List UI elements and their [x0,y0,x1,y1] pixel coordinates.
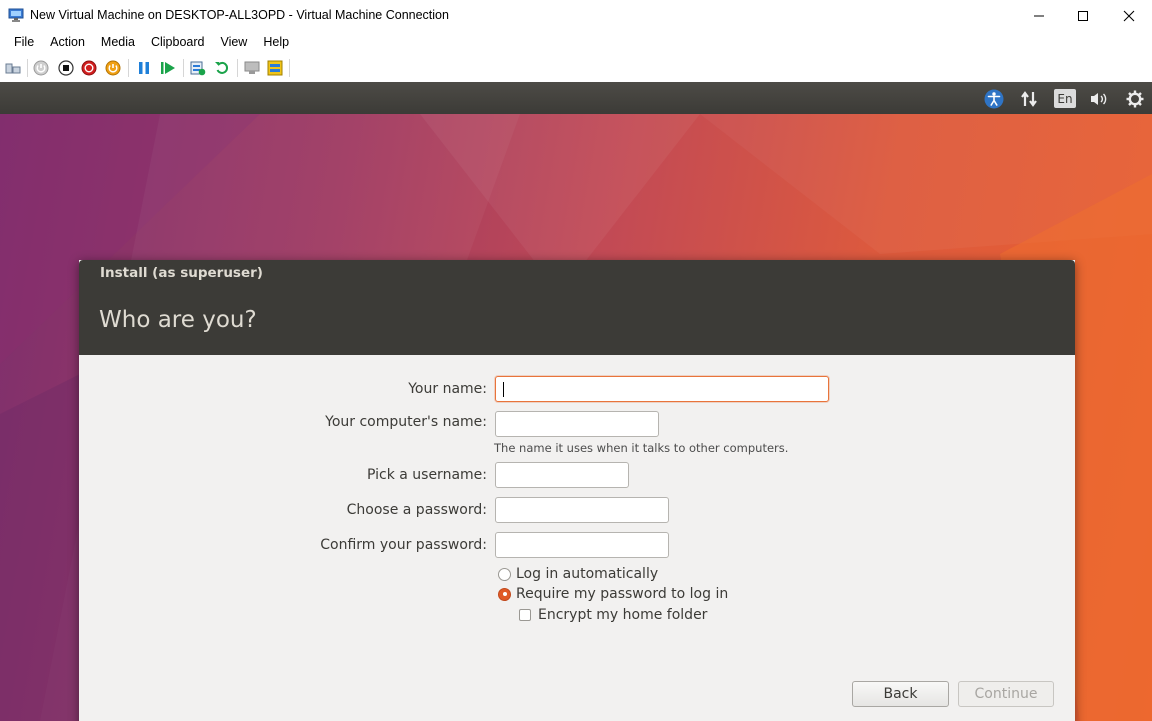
require-password-label: Require my password to log in [516,586,729,602]
username-label: Pick a username: [366,467,487,483]
vm-connection-icon [8,7,24,23]
auto-login-option[interactable]: Log in automatically [498,566,658,582]
menu-help[interactable]: Help [255,31,297,54]
menu-bar: File Action Media Clipboard View Help [0,31,1152,54]
menu-view[interactable]: View [212,31,255,54]
menu-action[interactable]: Action [42,31,93,54]
computer-name-hint: The name it uses when it talks to other … [494,441,789,455]
accessibility-icon[interactable] [983,88,1005,110]
page-title: Who are you? [99,307,257,333]
keyboard-language-icon[interactable]: En [1054,89,1076,108]
close-button[interactable] [1106,0,1152,31]
save-icon[interactable] [105,60,121,76]
enhanced-session-icon[interactable] [244,60,260,76]
start-icon[interactable] [33,60,49,76]
password-label: Choose a password: [346,502,487,518]
toolbar-separator [27,59,28,77]
settings-gear-icon[interactable] [1124,88,1146,110]
network-icon[interactable] [1018,88,1040,110]
computer-name-input[interactable] [495,411,659,437]
encrypt-home-label: Encrypt my home folder [538,607,708,623]
revert-icon[interactable] [214,60,230,76]
vm-toolbar [0,54,1152,82]
back-button[interactable]: Back [852,681,949,707]
confirm-password-input[interactable] [495,532,669,558]
turn-off-icon[interactable] [58,60,74,76]
window-title: New Virtual Machine on DESKTOP-ALL3OPD -… [30,8,449,22]
shutdown-icon[interactable] [81,60,97,76]
text-caret [503,382,504,397]
menu-media[interactable]: Media [93,31,143,54]
username-input[interactable] [495,462,629,488]
encrypt-home-option[interactable]: Encrypt my home folder [519,607,707,623]
pause-icon[interactable] [136,60,152,76]
maximize-button[interactable] [1060,0,1106,31]
confirm-password-label: Confirm your password: [320,537,487,553]
dialog-window-title: Install (as superuser) [100,265,263,281]
checkpoint-icon[interactable] [190,60,206,76]
toolbar-separator [237,59,238,77]
close-icon [1123,10,1135,21]
maximize-icon [1078,10,1088,21]
your-name-label: Your name: [408,381,487,397]
menu-file[interactable]: File [6,31,42,54]
share-icon[interactable] [267,60,283,76]
resume-icon[interactable] [160,60,176,76]
computer-name-label: Your computer's name: [325,414,487,430]
minimize-icon [1034,15,1044,16]
require-password-radio[interactable] [498,587,511,601]
ubuntu-top-panel [0,82,1152,114]
toolbar-separator [128,59,129,77]
dialog-header: Install (as superuser) Who are you? [79,260,1075,355]
toolbar-separator [183,59,184,77]
window-titlebar: New Virtual Machine on DESKTOP-ALL3OPD -… [0,0,1152,31]
menu-clipboard[interactable]: Clipboard [143,31,213,54]
installer-dialog: Install (as superuser) Who are you? Your… [79,260,1075,721]
password-input[interactable] [495,497,669,523]
your-name-input[interactable] [495,376,829,402]
minimize-button[interactable] [1016,0,1062,31]
toolbar-separator [289,59,290,77]
volume-icon[interactable] [1088,88,1110,110]
continue-button[interactable]: Continue [958,681,1054,707]
ctrl-alt-del-icon[interactable] [5,60,21,76]
require-password-option[interactable]: Require my password to log in [498,586,728,602]
auto-login-label: Log in automatically [516,566,659,582]
auto-login-radio[interactable] [498,567,511,581]
encrypt-home-checkbox[interactable] [519,609,531,621]
